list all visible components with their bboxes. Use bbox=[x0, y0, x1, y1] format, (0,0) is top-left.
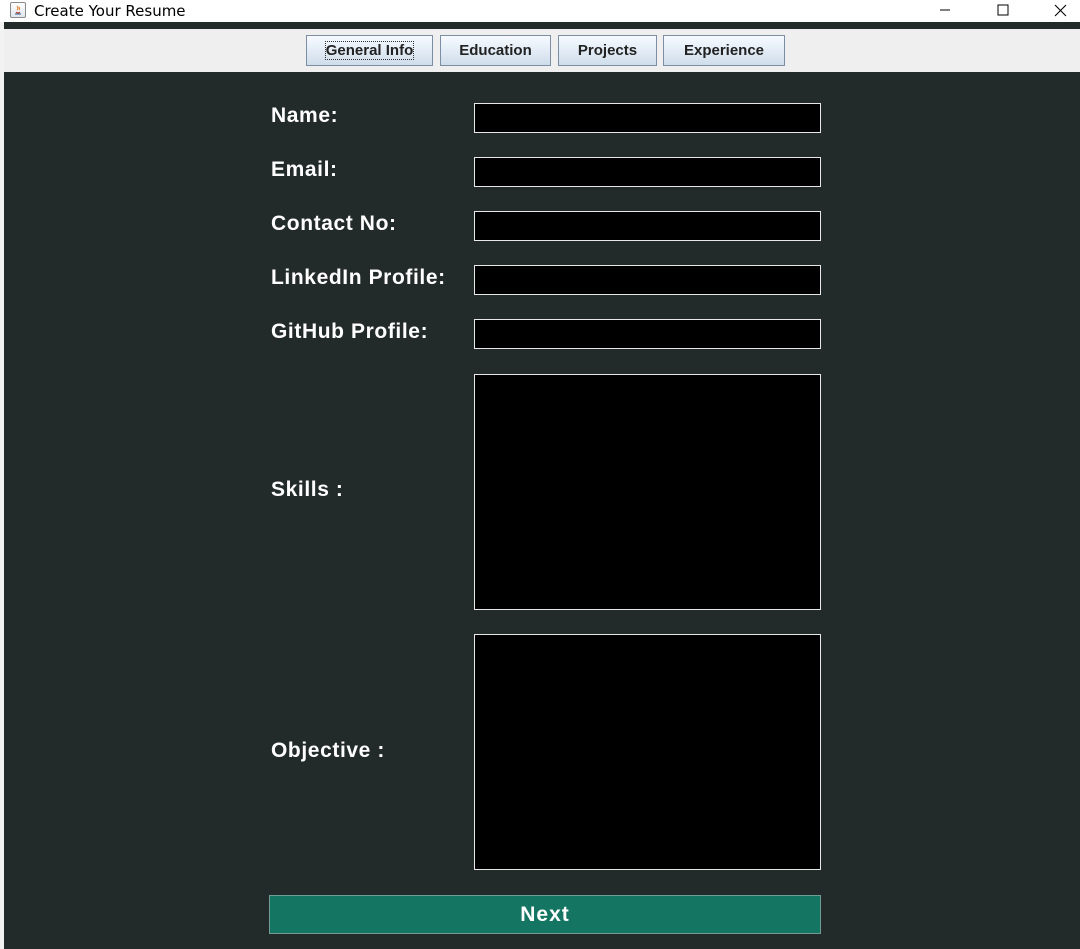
close-icon bbox=[1054, 4, 1067, 17]
linkedin-label: LinkedIn Profile: bbox=[271, 266, 446, 289]
maximize-button[interactable] bbox=[980, 0, 1026, 22]
github-field[interactable] bbox=[474, 319, 821, 349]
contact-label: Contact No: bbox=[271, 212, 397, 235]
minimize-icon bbox=[940, 9, 950, 11]
tab-education[interactable]: Education bbox=[440, 35, 551, 66]
skills-label: Skills : bbox=[271, 478, 344, 501]
email-field[interactable] bbox=[474, 157, 821, 187]
tab-label: Experience bbox=[683, 42, 765, 59]
linkedin-field[interactable] bbox=[474, 265, 821, 295]
minimize-button[interactable] bbox=[922, 0, 968, 22]
contact-field[interactable] bbox=[474, 211, 821, 241]
name-label: Name: bbox=[271, 104, 339, 127]
name-field[interactable] bbox=[474, 103, 821, 133]
github-label: GitHub Profile: bbox=[271, 320, 429, 343]
app-window: Create Your Resume General Info Educatio… bbox=[0, 0, 1080, 949]
tab-general-info[interactable]: General Info bbox=[306, 35, 433, 66]
java-app-icon bbox=[10, 2, 26, 18]
tab-projects[interactable]: Projects bbox=[558, 35, 657, 66]
close-button[interactable] bbox=[1037, 0, 1080, 22]
tab-label: Projects bbox=[577, 42, 638, 59]
next-button[interactable]: Next bbox=[269, 895, 821, 934]
tab-experience[interactable]: Experience bbox=[663, 35, 785, 66]
objective-label: Objective : bbox=[271, 739, 385, 762]
objective-textarea[interactable] bbox=[474, 634, 821, 870]
window-title: Create Your Resume bbox=[34, 2, 186, 20]
skills-textarea[interactable] bbox=[474, 374, 821, 610]
tab-label: Education bbox=[459, 42, 532, 59]
email-label: Email: bbox=[271, 158, 338, 181]
window-frame-edge bbox=[0, 22, 4, 949]
tab-label: General Info bbox=[324, 41, 415, 60]
maximize-icon bbox=[997, 4, 1009, 16]
title-bar: Create Your Resume bbox=[0, 0, 1080, 22]
